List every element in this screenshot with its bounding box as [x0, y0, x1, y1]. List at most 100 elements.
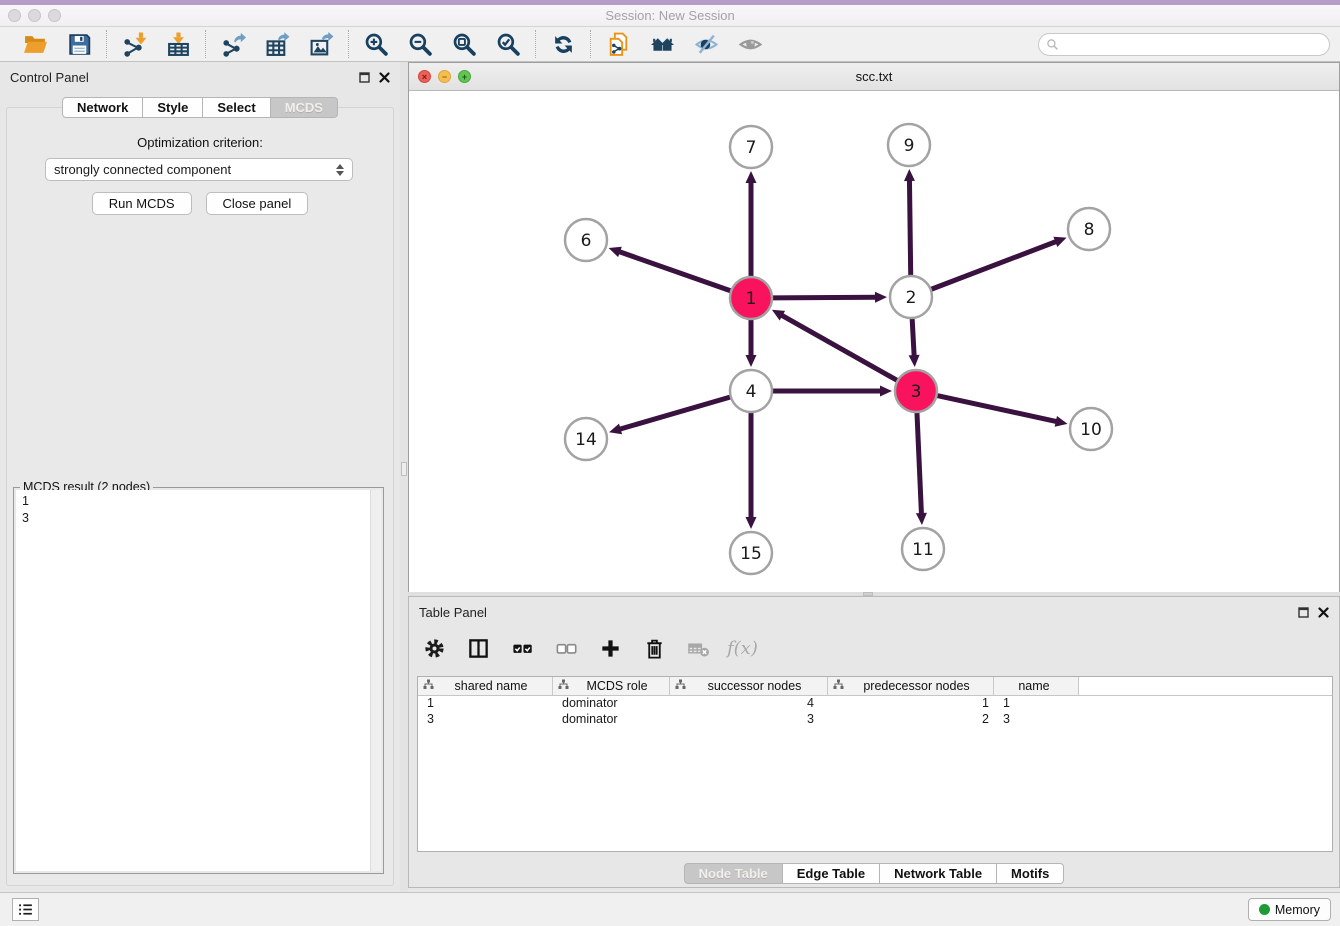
- node-table-header: shared name MCDS role successor nodesprede…: [418, 677, 1332, 696]
- mcds-result-list[interactable]: 13: [16, 490, 370, 871]
- splitter-handle[interactable]: [401, 462, 407, 476]
- graph-node-label: 1: [746, 289, 757, 309]
- mcds-result-item[interactable]: 3: [22, 510, 370, 527]
- graph-edge-arrowhead: [1055, 416, 1068, 427]
- show-graphics-details-button[interactable]: [736, 30, 764, 58]
- memory-button[interactable]: Memory: [1248, 898, 1331, 921]
- float-panel-icon[interactable]: [359, 71, 370, 86]
- zoom-fit-button[interactable]: [450, 30, 478, 58]
- add-column-button[interactable]: [595, 633, 625, 663]
- close-panel-icon[interactable]: [379, 71, 390, 86]
- criterion-dropdown-value: strongly connected component: [54, 162, 336, 177]
- graph-node-label: 8: [1084, 220, 1095, 240]
- import-network-button[interactable]: [120, 30, 148, 58]
- tab-network-table[interactable]: Network Table: [880, 863, 997, 884]
- column-header-name[interactable]: name: [994, 677, 1079, 695]
- mcds-result-scrollbar[interactable]: [370, 490, 381, 871]
- network-canvas[interactable]: 7968124314101511: [409, 91, 1339, 592]
- table-cell-successor-nodes[interactable]: 3: [670, 712, 828, 728]
- table-row[interactable]: 1dominator411: [418, 696, 1332, 712]
- table-cell-mcds-role[interactable]: dominator: [553, 696, 670, 712]
- tab-mcds[interactable]: MCDS: [271, 97, 338, 118]
- memory-status-icon: [1259, 904, 1270, 915]
- graph-edge-4-14[interactable]: [619, 397, 731, 430]
- task-history-button[interactable]: [12, 898, 39, 921]
- delete-columns-button[interactable]: [639, 633, 669, 663]
- hide-graphics-details-button[interactable]: [692, 30, 720, 58]
- zoom-selected-button[interactable]: [494, 30, 522, 58]
- table-cell-name[interactable]: 3: [994, 712, 1079, 728]
- tab-style[interactable]: Style: [143, 97, 203, 118]
- column-header-successor-nodes[interactable]: successor nodes: [670, 677, 828, 695]
- graph-edge-arrowhead: [904, 169, 915, 181]
- graph-edge-3-10[interactable]: [937, 395, 1058, 421]
- export-image-button[interactable]: [307, 30, 335, 58]
- float-panel-icon[interactable]: [1298, 606, 1309, 621]
- show-columns-button[interactable]: [463, 633, 493, 663]
- table-settings-button[interactable]: [419, 633, 449, 663]
- task-list-icon: [17, 901, 34, 918]
- column-header-label: MCDS role: [569, 679, 669, 693]
- table-cell-shared-name[interactable]: 3: [418, 712, 553, 728]
- import-network-icon: [122, 32, 147, 57]
- zoom-out-button[interactable]: [406, 30, 434, 58]
- table-row[interactable]: 3dominator323: [418, 712, 1332, 728]
- unchecked-boxes-icon: [555, 637, 578, 660]
- table-cell-successor-nodes[interactable]: 4: [670, 696, 828, 712]
- network-window-titlebar[interactable]: × − + scc.txt: [409, 63, 1339, 91]
- node-table[interactable]: shared name MCDS role successor nodesprede…: [417, 676, 1333, 852]
- tab-node-table[interactable]: Node Table: [684, 863, 783, 884]
- refresh-network-button[interactable]: [549, 30, 577, 58]
- graph-node-label: 15: [740, 544, 762, 564]
- graph-node-label: 14: [575, 430, 597, 450]
- search-field[interactable]: [1038, 33, 1330, 56]
- zoom-in-icon: [364, 32, 389, 57]
- table-cell-mcds-role[interactable]: dominator: [553, 712, 670, 728]
- open-session-button[interactable]: [21, 30, 49, 58]
- graph-edge-arrowhead: [609, 424, 622, 435]
- select-all-rows-button[interactable]: [507, 633, 537, 663]
- apply-function-button[interactable]: f(x): [727, 638, 758, 659]
- tab-motifs[interactable]: Motifs: [997, 863, 1064, 884]
- save-session-button[interactable]: [65, 30, 93, 58]
- tab-edge-table[interactable]: Edge Table: [783, 863, 880, 884]
- graph-edge-1-6[interactable]: [618, 251, 731, 291]
- graph-edge-arrowhead: [746, 355, 757, 367]
- table-cell-predecessor-nodes[interactable]: 1: [828, 696, 994, 712]
- table-cell-name[interactable]: 1: [994, 696, 1079, 712]
- close-panel-icon[interactable]: [1318, 606, 1329, 621]
- criterion-dropdown[interactable]: strongly connected component: [45, 158, 353, 181]
- column-header-label: successor nodes: [686, 679, 827, 693]
- nested-network-home-button[interactable]: [648, 30, 676, 58]
- column-header-shared-name[interactable]: shared name: [418, 677, 553, 695]
- graph-edge-1-2[interactable]: [772, 297, 877, 298]
- vertical-splitter[interactable]: [400, 62, 408, 892]
- graph-edge-2-9[interactable]: [909, 179, 910, 276]
- graph-edge-3-1[interactable]: [781, 315, 898, 381]
- column-header-label: name: [994, 679, 1078, 693]
- table-cell-shared-name[interactable]: 1: [418, 696, 553, 712]
- delete-table-button[interactable]: [683, 633, 713, 663]
- unselect-all-rows-button[interactable]: [551, 633, 581, 663]
- tab-select[interactable]: Select: [203, 97, 270, 118]
- tab-network[interactable]: Network: [62, 97, 143, 118]
- zoom-selected-icon: [496, 32, 521, 57]
- table-panel-title: Table Panel: [419, 605, 487, 620]
- run-mcds-button[interactable]: Run MCDS: [92, 192, 192, 215]
- window-titlebar: Session: New Session: [0, 5, 1340, 27]
- column-header-mcds-role[interactable]: MCDS role: [553, 677, 670, 695]
- mcds-result-item[interactable]: 1: [22, 493, 370, 510]
- zoom-in-button[interactable]: [362, 30, 390, 58]
- graph-edge-2-3[interactable]: [912, 318, 914, 357]
- search-input[interactable]: [1059, 36, 1329, 54]
- export-network-button[interactable]: [219, 30, 247, 58]
- export-table-button[interactable]: [263, 30, 291, 58]
- column-header-predecessor-nodes[interactable]: predecessor nodes: [828, 677, 994, 695]
- import-table-button[interactable]: [164, 30, 192, 58]
- graph-edge-2-8[interactable]: [931, 241, 1058, 289]
- close-panel-button[interactable]: Close panel: [206, 192, 309, 215]
- table-cell-predecessor-nodes[interactable]: 2: [828, 712, 994, 728]
- graph-edge-3-11[interactable]: [917, 412, 922, 515]
- clone-network-button[interactable]: [604, 30, 632, 58]
- graph-node-label: 4: [746, 382, 757, 402]
